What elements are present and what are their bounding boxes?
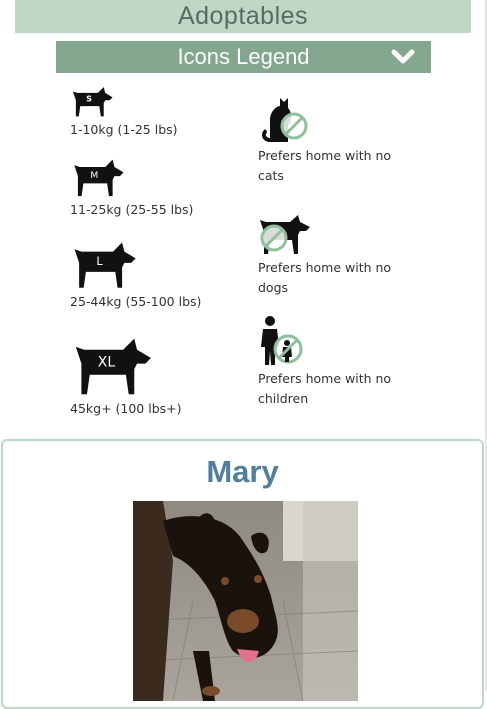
legend-title: Icons Legend: [177, 44, 310, 69]
legend-label-large: 25-44kg (55-100 lbs): [70, 294, 202, 309]
legend-toggle[interactable]: Icons Legend: [56, 41, 431, 73]
dog-medium-icon: M: [74, 159, 124, 197]
dog-large-icon: L: [74, 242, 136, 288]
chevron-down-icon[interactable]: [391, 48, 415, 66]
page-title: Adoptables: [177, 2, 309, 30]
dog-photo: [133, 501, 358, 701]
no-children-icon: [261, 316, 303, 365]
size-badge-m: M: [90, 171, 98, 181]
size-badge-s: S: [86, 95, 92, 104]
size-badge-xl: XL: [98, 354, 116, 370]
legend-label-xlarge: 45kg+ (100 lbs+): [70, 401, 182, 416]
dog-xlarge-icon: XL: [75, 338, 151, 395]
no-cats-icon: [262, 98, 308, 142]
legend-label-medium: 11-25kg (25-55 lbs): [70, 202, 194, 217]
pet-card[interactable]: Mary: [1, 439, 484, 709]
dog-small-icon: S: [72, 87, 113, 117]
legend-label-no-dogs: Prefers home with no dogs: [258, 260, 392, 295]
page-header: Adoptables: [15, 0, 471, 33]
legend-item-no-dogs: Prefers home with no dogs: [258, 214, 418, 298]
legend-item-no-cats: Prefers home with no cats: [258, 92, 418, 186]
pet-name[interactable]: Mary: [3, 454, 482, 490]
legend-item-no-children: Prefers home with no children: [258, 315, 418, 409]
legend-label-no-children: Prefers home with no children: [258, 371, 392, 406]
legend-item-xlarge: XL 45kg+ (100 lbs+): [70, 333, 182, 419]
legend-label-small: 1-10kg (1-25 lbs): [70, 122, 178, 137]
legend-item-medium: M 11-25kg (25-55 lbs): [70, 156, 193, 220]
size-badge-l: L: [96, 255, 103, 268]
legend-label-no-cats: Prefers home with no cats: [258, 148, 392, 183]
legend-item-small: S 1-10kg (1-25 lbs): [70, 84, 178, 140]
pet-photo[interactable]: [133, 501, 358, 701]
no-dogs-icon: [260, 215, 310, 254]
legend-item-large: L 25-44kg (55-100 lbs): [70, 238, 201, 312]
